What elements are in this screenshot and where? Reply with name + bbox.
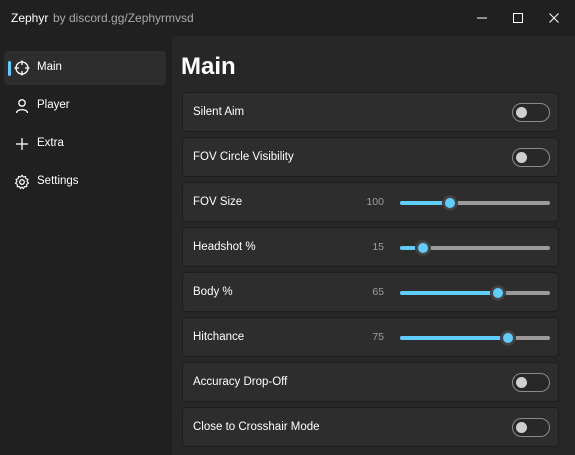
sidebar-item-label: Extra [37,137,64,149]
headshot-slider[interactable] [400,240,550,256]
accuracy-drop-off-toggle[interactable] [512,373,550,392]
slider-value: 15 [372,241,384,253]
setting-card-fov-size: FOV Size 100 [182,182,559,222]
slider-value: 75 [372,331,384,343]
sidebar: Main Player Extra Settings [0,36,172,455]
minimize-button[interactable] [464,0,500,36]
page-title: Main [181,53,236,80]
slider-fill [400,336,508,340]
setting-card-fov-circle-visibility: FOV Circle Visibility [182,137,559,177]
setting-card-body: Body % 65 [182,272,559,312]
setting-card-close-to-crosshair: Close to Crosshair Mode [182,407,559,447]
minimize-icon [477,17,487,19]
setting-card-hitchance: Hitchance 75 [182,317,559,357]
body-slider[interactable] [400,285,550,301]
fov-size-slider[interactable] [400,195,550,211]
setting-label: Silent Aim [193,106,245,118]
setting-card-silent-aim: Silent Aim [182,92,559,132]
slider-value: 100 [366,196,384,208]
close-to-crosshair-toggle[interactable] [512,418,550,437]
hitchance-slider[interactable] [400,330,550,346]
sidebar-item-label: Settings [37,175,79,187]
active-indicator [8,61,11,76]
toggle-knob [516,422,527,433]
title-bar[interactable]: Zephyr by discord.gg/Zephyrmvsd [0,0,575,36]
setting-label: FOV Circle Visibility [193,151,294,163]
close-button[interactable] [536,0,572,36]
setting-label: Accuracy Drop-Off [193,376,288,388]
sidebar-item-label: Player [37,99,70,111]
plus-icon [16,138,28,150]
setting-label: Hitchance [193,331,245,343]
setting-label: Close to Crosshair Mode [193,421,320,433]
slider-fill [400,291,498,295]
gear-icon [14,174,30,190]
toggle-knob [516,152,527,163]
toggle-knob [516,107,527,118]
crosshair-icon [14,60,30,76]
toggle-knob [516,377,527,388]
maximize-icon [513,13,523,23]
app-subtitle: by discord.gg/Zephyrmvsd [53,11,194,25]
main-content: Main Silent Aim FOV Circle Visibility FO… [172,36,575,455]
silent-aim-toggle[interactable] [512,103,550,122]
setting-label: Body % [193,286,233,298]
sidebar-item-extra[interactable]: Extra [4,127,166,161]
sidebar-item-main[interactable]: Main [4,51,166,85]
person-icon [15,99,29,114]
sidebar-item-settings[interactable]: Settings [4,165,166,199]
sidebar-item-player[interactable]: Player [4,89,166,123]
sidebar-item-label: Main [37,61,62,73]
setting-label: FOV Size [193,196,243,208]
setting-card-accuracy-drop-off: Accuracy Drop-Off [182,362,559,402]
setting-label: Headshot % [193,241,256,253]
slider-thumb[interactable] [500,330,516,346]
slider-thumb[interactable] [489,285,506,301]
slider-value: 65 [372,286,384,298]
setting-card-headshot: Headshot % 15 [182,227,559,267]
slider-thumb[interactable] [414,240,431,256]
app-name: Zephyr [11,11,49,25]
fov-circle-visibility-toggle[interactable] [512,148,550,167]
maximize-button[interactable] [500,0,536,36]
close-icon [549,13,559,23]
slider-thumb[interactable] [441,195,458,211]
